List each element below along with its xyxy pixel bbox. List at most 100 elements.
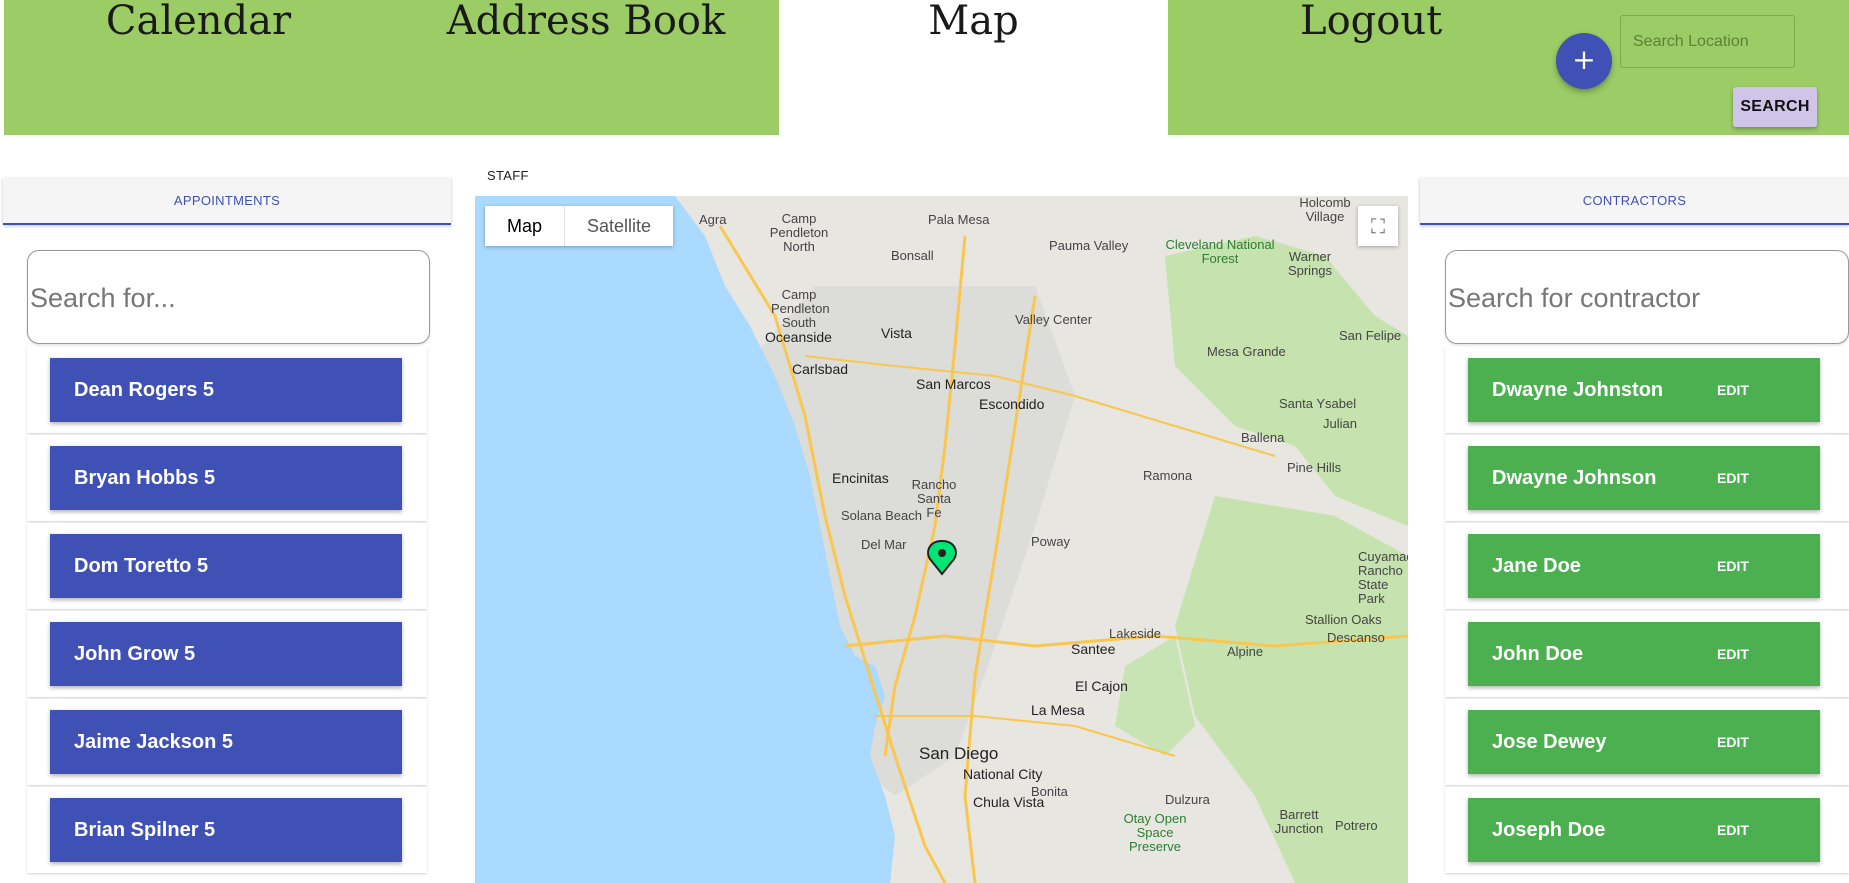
place-label: El Cajon — [1075, 678, 1128, 694]
place-label: National City — [963, 766, 1043, 782]
contractor-card[interactable]: Joseph Doe EDIT — [1468, 798, 1820, 862]
contractor-card[interactable]: John Doe EDIT — [1468, 622, 1820, 686]
contractor-name: Dwayne Johnston — [1492, 379, 1664, 401]
place-label: Warner Springs — [1287, 249, 1333, 278]
place-label: Cleveland National Forest — [1165, 237, 1275, 266]
forest-area — [1165, 236, 1408, 526]
edit-button[interactable]: EDIT — [1717, 358, 1749, 422]
edit-button[interactable]: EDIT — [1717, 622, 1749, 686]
appointment-card[interactable]: John Grow 5 — [50, 622, 402, 686]
place-label: Mesa Grande — [1207, 344, 1286, 359]
fullscreen-icon[interactable]: ⛶ — [1358, 206, 1398, 246]
place-label: Dulzura — [1165, 792, 1210, 807]
place-label: Del Mar — [861, 537, 907, 552]
place-label: Valley Center — [1015, 312, 1093, 327]
list-item: John Doe EDIT — [1445, 611, 1849, 697]
place-label: Otay Open Space Preserve — [1123, 811, 1187, 854]
place-label: Oceanside — [765, 329, 832, 345]
place-label: Pala Mesa — [928, 212, 990, 227]
place-label: Pine Hills — [1287, 460, 1342, 475]
appointments-search-input[interactable]: Search for... — [27, 250, 430, 344]
place-label: La Mesa — [1031, 702, 1085, 718]
nav-tab-address-book[interactable]: Address Book — [393, 0, 779, 135]
map-type-satellite-button[interactable]: Satellite — [565, 206, 673, 246]
appointment-card[interactable]: Dean Rogers 5 — [50, 358, 402, 422]
list-item: John Grow 5 — [27, 611, 427, 697]
nav-tab-address-book-label: Address Book — [446, 0, 726, 44]
place-label: Chula Vista — [973, 794, 1045, 810]
edit-button[interactable]: EDIT — [1717, 446, 1749, 510]
contractor-card[interactable]: Jane Doe EDIT — [1468, 534, 1820, 598]
place-label: Encinitas — [832, 470, 889, 486]
appointments-list: Dean Rogers 5 Bryan Hobbs 5 Dom Toretto … — [27, 347, 427, 875]
list-item: Jose Dewey EDIT — [1445, 699, 1849, 785]
place-label: Barrett Junction — [1274, 807, 1324, 836]
place-label: Cuyamaca Rancho State Park — [1358, 549, 1408, 606]
tab-appointments[interactable]: APPOINTMENTS — [3, 178, 451, 225]
place-label: Holcomb Village — [1299, 196, 1351, 224]
contractor-name: Jane Doe — [1492, 555, 1581, 577]
staff-label: STAFF — [487, 168, 529, 183]
contractor-card[interactable]: Dwayne Johnston EDIT — [1468, 358, 1820, 422]
place-label: Descanso — [1327, 630, 1385, 645]
nav-tab-map-label: Map — [928, 0, 1019, 44]
place-label: Potrero — [1335, 818, 1378, 833]
place-label: Agra — [699, 212, 727, 227]
place-label: Stallion Oaks — [1305, 612, 1382, 627]
nav-tab-calendar[interactable]: Calendar — [4, 0, 393, 135]
map-canvas — [475, 196, 1408, 883]
place-label: Carlsbad — [792, 361, 849, 377]
contractor-name: Jose Dewey — [1492, 731, 1607, 753]
place-label: San Diego — [919, 744, 999, 763]
contractor-name: John Doe — [1492, 643, 1584, 665]
edit-button[interactable]: EDIT — [1717, 534, 1749, 598]
contractor-name: Dwayne Johnson — [1492, 467, 1657, 489]
contractor-name: Joseph Doe — [1492, 819, 1606, 841]
appointment-card[interactable]: Bryan Hobbs 5 — [50, 446, 402, 510]
tab-contractors[interactable]: CONTRACTORS — [1420, 178, 1849, 225]
edit-button[interactable]: EDIT — [1717, 710, 1749, 774]
appointment-card[interactable]: Dom Toretto 5 — [50, 534, 402, 598]
contractor-search-input[interactable]: Search for contractor — [1445, 250, 1849, 344]
place-label: Vista — [881, 325, 912, 341]
list-item: Dean Rogers 5 — [27, 347, 427, 433]
place-label: San Felipe — [1339, 328, 1402, 343]
place-label: Alpine — [1227, 644, 1264, 659]
plus-icon: + — [1572, 43, 1596, 76]
map-type-toggle: Map Satellite — [485, 206, 674, 246]
place-label: Julian — [1323, 416, 1357, 431]
place-label: Ramona — [1143, 468, 1193, 483]
place-label: Bonsall — [891, 248, 934, 263]
contractor-card[interactable]: Jose Dewey EDIT — [1468, 710, 1820, 774]
list-item: Jane Doe EDIT — [1445, 523, 1849, 609]
list-item: Bryan Hobbs 5 — [27, 435, 427, 521]
map[interactable]: Map Satellite ⛶ Agra Camp Pendleton Nort… — [475, 196, 1408, 883]
place-label: Santee — [1071, 641, 1116, 657]
place-label: Escondido — [979, 396, 1045, 412]
list-item: Brian Spilner 5 — [27, 787, 427, 873]
search-location-input[interactable]: Search Location — [1620, 15, 1795, 68]
appointment-card[interactable]: Brian Spilner 5 — [50, 798, 402, 862]
list-item: Dom Toretto 5 — [27, 523, 427, 609]
place-label: Camp Pendleton North — [769, 211, 829, 254]
add-button[interactable]: + — [1556, 33, 1612, 89]
nav-tab-map[interactable]: Map — [779, 0, 1168, 135]
list-item: Joseph Doe EDIT — [1445, 787, 1849, 873]
place-label: Poway — [1031, 534, 1071, 549]
contractor-card[interactable]: Dwayne Johnson EDIT — [1468, 446, 1820, 510]
list-item: Dwayne Johnston EDIT — [1445, 347, 1849, 433]
map-type-map-button[interactable]: Map — [485, 206, 566, 246]
place-label: Camp Pendleton South — [771, 287, 830, 330]
place-label: Solana Beach — [841, 508, 922, 523]
edit-button[interactable]: EDIT — [1717, 798, 1749, 862]
place-label: Lakeside — [1109, 626, 1162, 641]
appointment-card[interactable]: Jaime Jackson 5 — [50, 710, 402, 774]
nav-tab-calendar-label: Calendar — [105, 0, 292, 44]
place-label: Santa Ysabel — [1279, 396, 1357, 411]
list-item: Dwayne Johnson EDIT — [1445, 435, 1849, 521]
contractors-list: Dwayne Johnston EDIT Dwayne Johnson EDIT J… — [1445, 347, 1849, 875]
place-label: San Marcos — [916, 376, 991, 392]
place-label: Ballena — [1241, 430, 1285, 445]
search-button[interactable]: SEARCH — [1733, 87, 1817, 127]
place-label: Pauma Valley — [1049, 238, 1129, 253]
